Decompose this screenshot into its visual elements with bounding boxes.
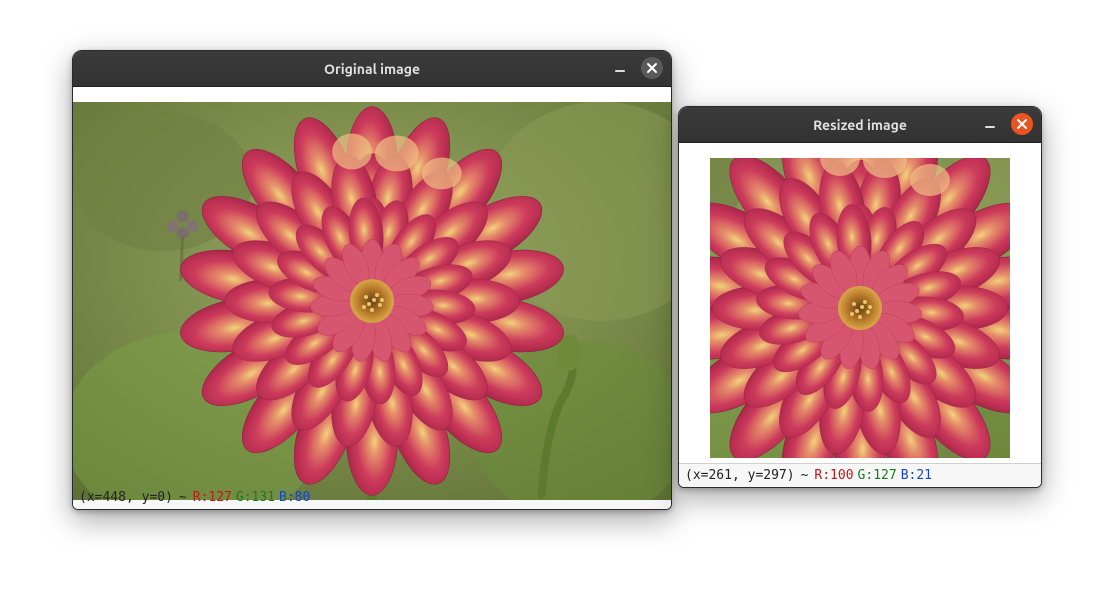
minimize-icon [615,70,625,72]
minimize-icon [985,126,995,128]
status-separator: ~ [799,468,811,483]
minimize-button[interactable] [979,113,1001,135]
window-controls [609,57,663,79]
content-area: (x=448, y=0) ~ R:127 G:131 B:80 [73,87,671,509]
status-b: B:80 [279,490,310,505]
close-icon [1016,118,1028,130]
status-separator: ~ [177,490,189,505]
status-g: G:131 [236,490,275,505]
close-icon [646,62,658,74]
status-bar: (x=261, y=297) ~ R:100 G:127 B:21 [679,463,1041,487]
window-controls [979,113,1033,135]
minimize-button[interactable] [609,57,631,79]
image-viewport[interactable] [73,87,671,485]
close-button[interactable] [1011,113,1033,135]
status-coord: (x=448, y=0) [79,490,173,505]
status-coord: (x=261, y=297) [685,468,795,483]
original-image [73,102,671,500]
status-r: R:127 [193,490,232,505]
status-b: B:21 [901,468,932,483]
status-r: R:100 [814,468,853,483]
window-resized-image: Resized image [678,106,1042,488]
window-title: Original image [324,61,420,77]
resized-image [710,158,1010,458]
window-original-image: Original image [72,50,672,510]
titlebar-original[interactable]: Original image [73,51,671,87]
window-title: Resized image [813,117,907,133]
titlebar-resized[interactable]: Resized image [679,107,1041,143]
content-area: (x=261, y=297) ~ R:100 G:127 B:21 [679,143,1041,487]
status-g: G:127 [858,468,897,483]
close-button[interactable] [641,57,663,79]
image-viewport[interactable] [679,143,1041,463]
